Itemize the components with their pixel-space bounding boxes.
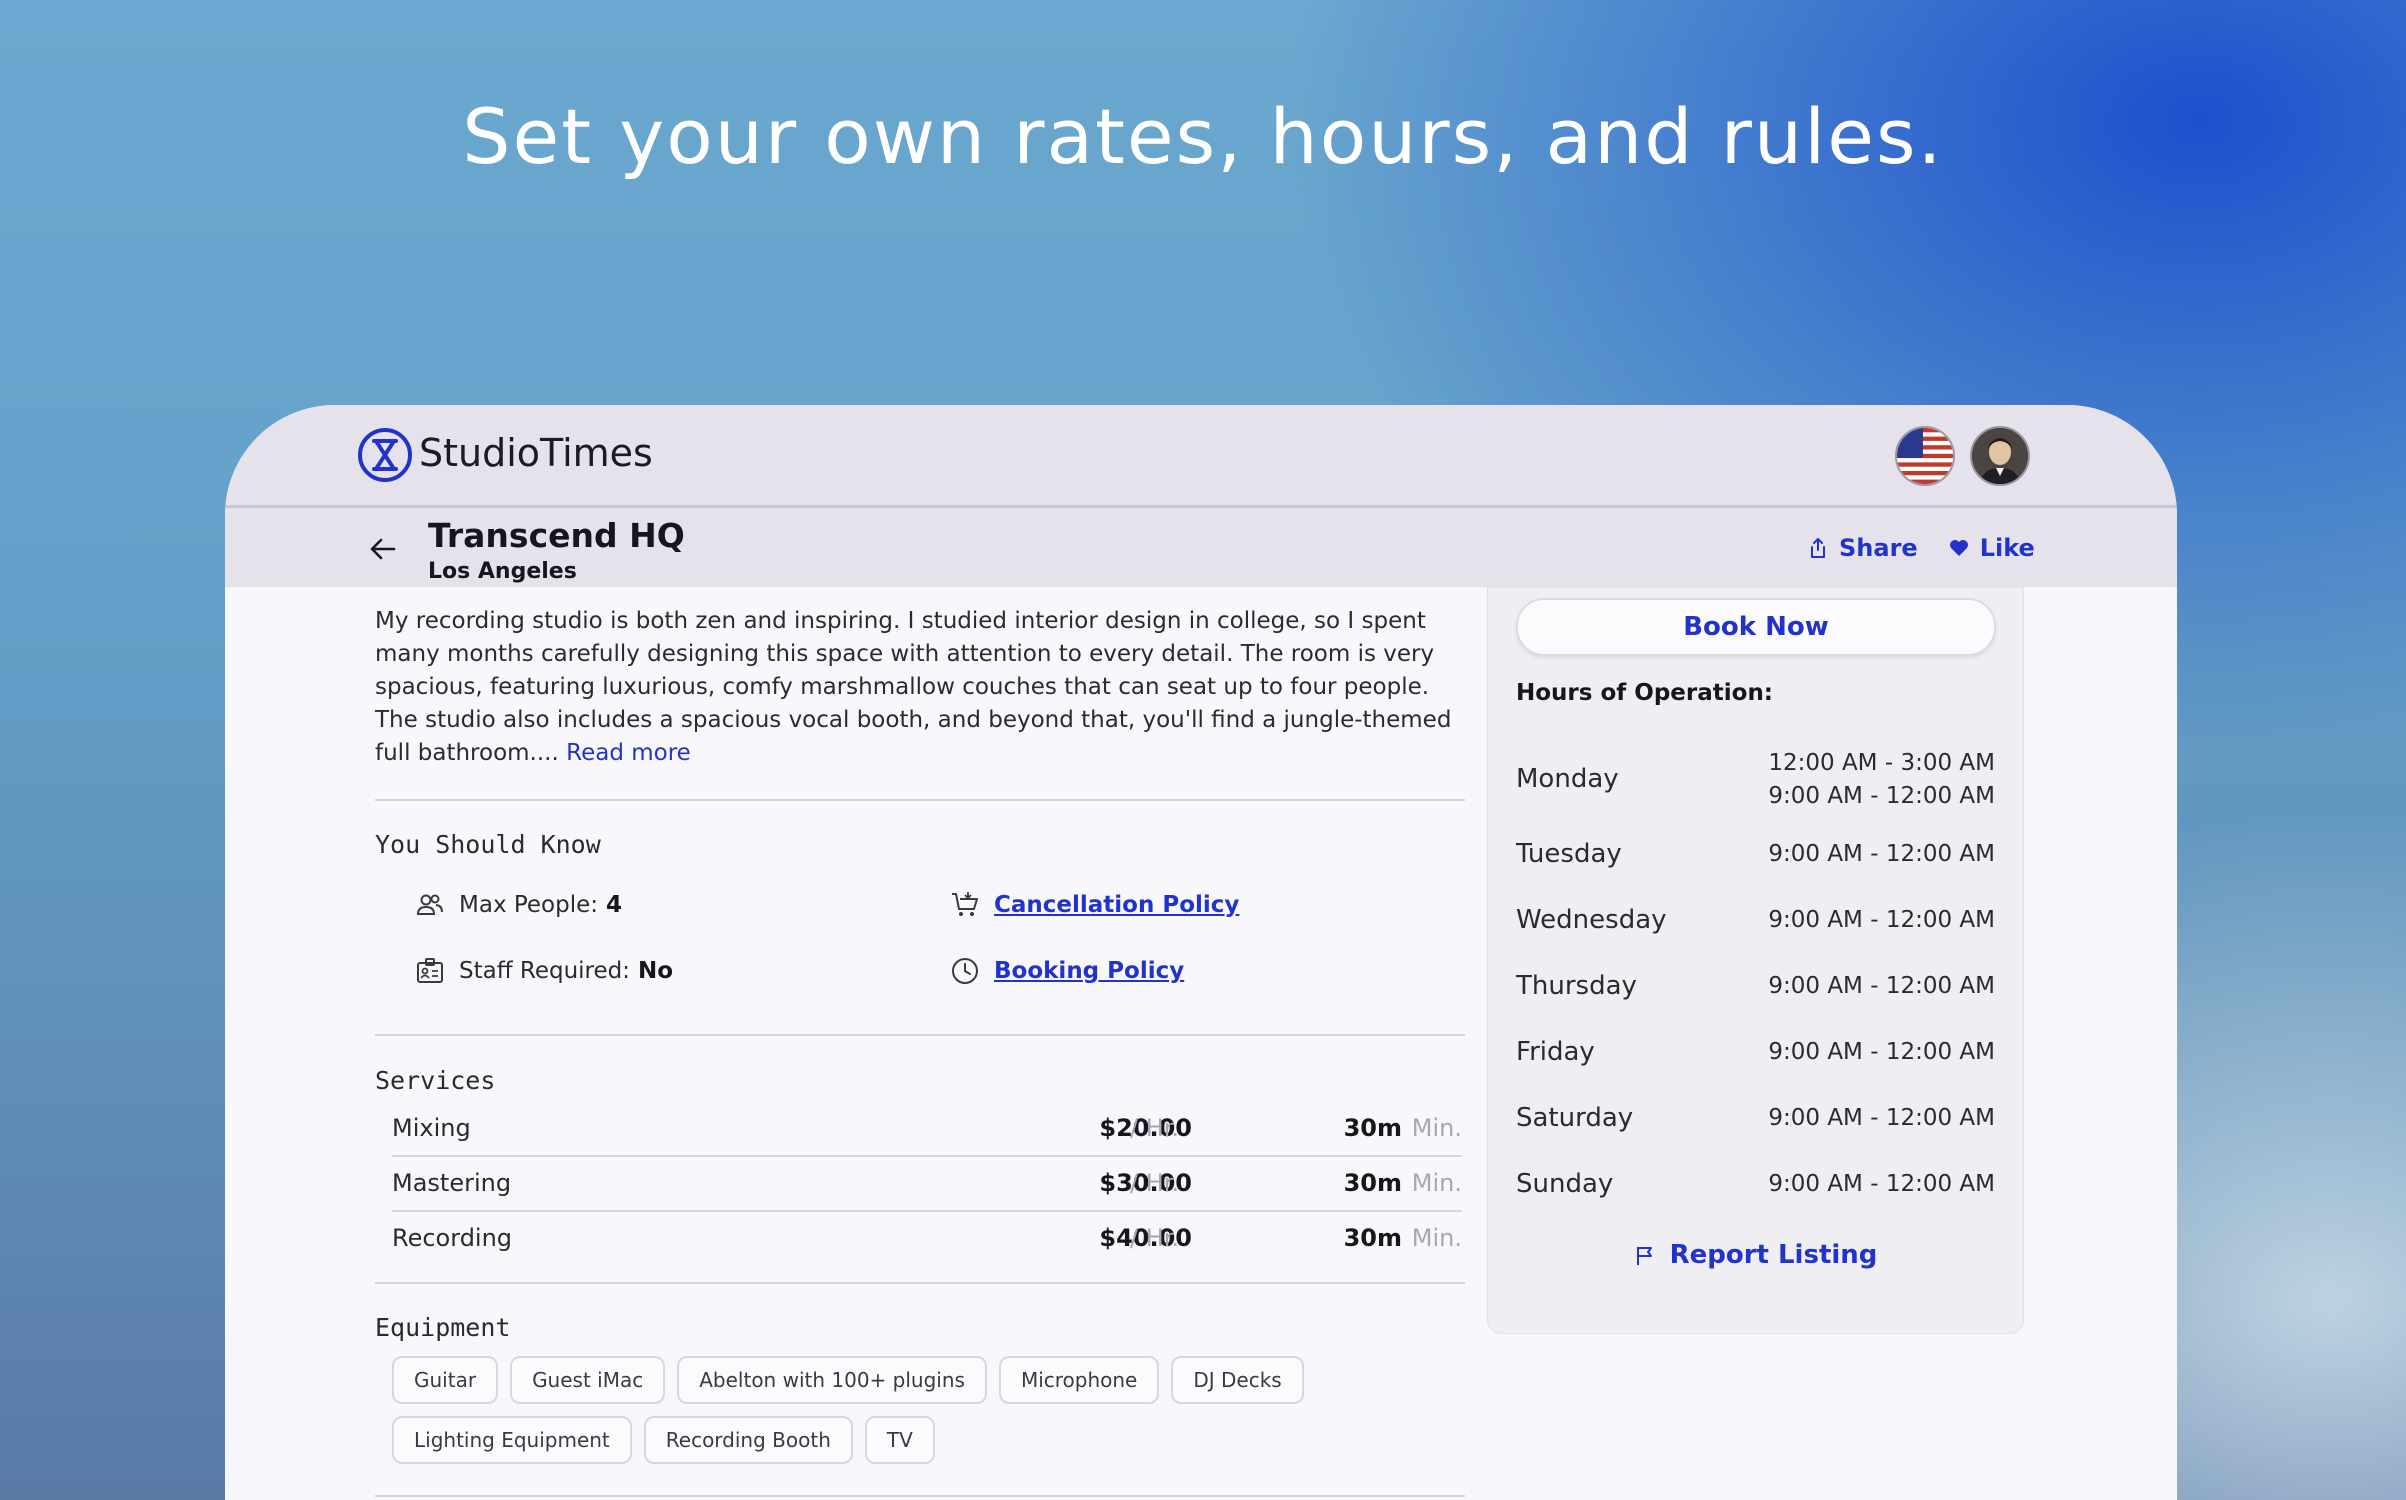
divider bbox=[375, 1034, 1465, 1036]
max-people-value: 4 bbox=[606, 892, 623, 918]
service-row: Mixing $20.00 / Hr. 30m Min. bbox=[392, 1101, 1462, 1157]
day-thursday: Thursday bbox=[1516, 971, 1637, 1001]
day-monday: Monday bbox=[1516, 764, 1619, 794]
service-minimum: 30m bbox=[1343, 1224, 1402, 1252]
hours-tuesday: 9:00 AM - 12:00 AM bbox=[1768, 838, 1995, 871]
book-now-button[interactable]: Book Now bbox=[1516, 598, 1996, 656]
user-avatar[interactable] bbox=[1970, 426, 2030, 486]
service-row: Recording $40.00 / Hr. 30m Min. bbox=[392, 1211, 1462, 1265]
flag-icon bbox=[1636, 1247, 1652, 1265]
staff-required-info: Staff Required: No bbox=[415, 956, 673, 986]
time-range: 9:00 AM - 12:00 AM bbox=[1768, 783, 1995, 809]
read-more-link[interactable]: Read more bbox=[566, 740, 691, 766]
cart-icon bbox=[952, 892, 978, 916]
report-listing-button[interactable]: Report Listing bbox=[1488, 1240, 2023, 1270]
equipment-title: Equipment bbox=[375, 1313, 511, 1342]
service-minimum: 30m bbox=[1343, 1169, 1402, 1197]
report-listing-label: Report Listing bbox=[1669, 1240, 1878, 1270]
listing-actions: Share Like bbox=[1807, 534, 2035, 562]
brand-name[interactable]: StudioTimes bbox=[419, 431, 653, 475]
hours-friday: 9:00 AM - 12:00 AM bbox=[1768, 1036, 1995, 1069]
day-sunday: Sunday bbox=[1516, 1169, 1614, 1199]
headline: Set your own rates, hours, and rules. bbox=[462, 92, 1944, 181]
service-rate-unit: / Hr. bbox=[1130, 1224, 1180, 1252]
service-rate-unit: / Hr. bbox=[1130, 1169, 1180, 1197]
booking-policy-link[interactable]: Booking Policy bbox=[994, 958, 1184, 984]
services-title: Services bbox=[375, 1066, 496, 1095]
share-label: Share bbox=[1839, 534, 1918, 562]
us-flag-icon[interactable] bbox=[1895, 426, 1955, 486]
staff-required-label: Staff Required: bbox=[459, 958, 630, 984]
day-wednesday: Wednesday bbox=[1516, 905, 1667, 935]
share-button[interactable]: Share bbox=[1807, 534, 1918, 562]
booking-policy-item: Booking Policy bbox=[950, 956, 1184, 986]
time-range: 9:00 AM - 12:00 AM bbox=[1768, 1039, 1995, 1065]
top-navbar: StudioTimes bbox=[225, 405, 2177, 508]
service-minimum-label: Min. bbox=[1411, 1169, 1462, 1197]
back-arrow-icon[interactable] bbox=[368, 534, 398, 564]
divider bbox=[375, 1495, 1465, 1497]
people-icon bbox=[416, 894, 443, 915]
cancellation-policy-link[interactable]: Cancellation Policy bbox=[994, 892, 1239, 918]
divider bbox=[375, 799, 1465, 801]
cancellation-policy-item: Cancellation Policy bbox=[950, 890, 1239, 920]
studio-city: Los Angeles bbox=[428, 559, 577, 584]
max-people-info: Max People: 4 bbox=[415, 890, 622, 920]
equipment-chip[interactable]: Microphone bbox=[998, 1356, 1160, 1404]
you-should-know-title: You Should Know bbox=[375, 830, 601, 859]
equipment-chip[interactable]: Guitar bbox=[392, 1356, 499, 1404]
divider bbox=[375, 1282, 1465, 1284]
share-icon bbox=[1811, 538, 1825, 558]
equipment-chip[interactable]: TV bbox=[864, 1416, 935, 1464]
like-button[interactable]: Like bbox=[1948, 534, 2035, 562]
hours-saturday: 9:00 AM - 12:00 AM bbox=[1768, 1102, 1995, 1135]
studio-name: Transcend HQ bbox=[428, 516, 685, 555]
time-range: 9:00 AM - 12:00 AM bbox=[1768, 907, 1995, 933]
equipment-chip[interactable]: Guest iMac bbox=[510, 1356, 666, 1404]
equipment-chip[interactable]: Lighting Equipment bbox=[392, 1416, 632, 1464]
service-row: Mastering $30.00 / Hr. 30m Min. bbox=[392, 1156, 1462, 1212]
day-saturday: Saturday bbox=[1516, 1103, 1634, 1133]
time-range: 9:00 AM - 12:00 AM bbox=[1768, 1171, 1995, 1197]
hours-title: Hours of Operation: bbox=[1516, 680, 1774, 706]
hourglass-logo-icon[interactable] bbox=[357, 427, 413, 483]
id-badge-icon bbox=[417, 958, 443, 983]
description-text: My recording studio is both zen and insp… bbox=[375, 608, 1452, 766]
day-friday: Friday bbox=[1516, 1037, 1595, 1067]
equipment-chip[interactable]: Recording Booth bbox=[643, 1416, 853, 1464]
equipment-chip[interactable]: DJ Decks bbox=[1171, 1356, 1304, 1404]
service-minimum-label: Min. bbox=[1411, 1114, 1462, 1142]
service-rate-unit: / Hr. bbox=[1130, 1114, 1180, 1142]
day-tuesday: Tuesday bbox=[1516, 839, 1622, 869]
service-name: Recording bbox=[392, 1224, 513, 1252]
hours-monday: 12:00 AM - 3:00 AM 9:00 AM - 12:00 AM bbox=[1768, 747, 1995, 813]
hours-sunday: 9:00 AM - 12:00 AM bbox=[1768, 1168, 1995, 1201]
max-people-label: Max People: bbox=[459, 892, 599, 918]
app-window: StudioTimes Transcend HQ Los Angeles Sha… bbox=[225, 405, 2177, 1500]
like-label: Like bbox=[1979, 534, 2035, 562]
time-range: 9:00 AM - 12:00 AM bbox=[1768, 841, 1995, 867]
service-name: Mastering bbox=[392, 1169, 512, 1197]
time-range: 9:00 AM - 12:00 AM bbox=[1768, 973, 1995, 999]
studio-description: My recording studio is both zen and insp… bbox=[375, 605, 1465, 770]
equipment-list: Guitar Guest iMac Abelton with 100+ plug… bbox=[392, 1356, 1452, 1464]
time-range: 9:00 AM - 12:00 AM bbox=[1768, 1105, 1995, 1131]
service-name: Mixing bbox=[392, 1114, 471, 1142]
clock-icon bbox=[952, 958, 978, 984]
hours-wednesday: 9:00 AM - 12:00 AM bbox=[1768, 904, 1995, 937]
service-minimum: 30m bbox=[1343, 1114, 1402, 1142]
booking-sidebar: Book Now Hours of Operation: Monday 12:0… bbox=[1487, 587, 2024, 1334]
heart-icon bbox=[1949, 540, 1968, 556]
equipment-chip[interactable]: Abelton with 100+ plugins bbox=[677, 1356, 987, 1404]
hours-thursday: 9:00 AM - 12:00 AM bbox=[1768, 970, 1995, 1003]
listing-header: Transcend HQ Los Angeles Share Like bbox=[225, 508, 2177, 587]
staff-required-value: No bbox=[637, 958, 674, 984]
service-minimum-label: Min. bbox=[1411, 1224, 1462, 1252]
time-range: 12:00 AM - 3:00 AM bbox=[1768, 750, 1995, 776]
